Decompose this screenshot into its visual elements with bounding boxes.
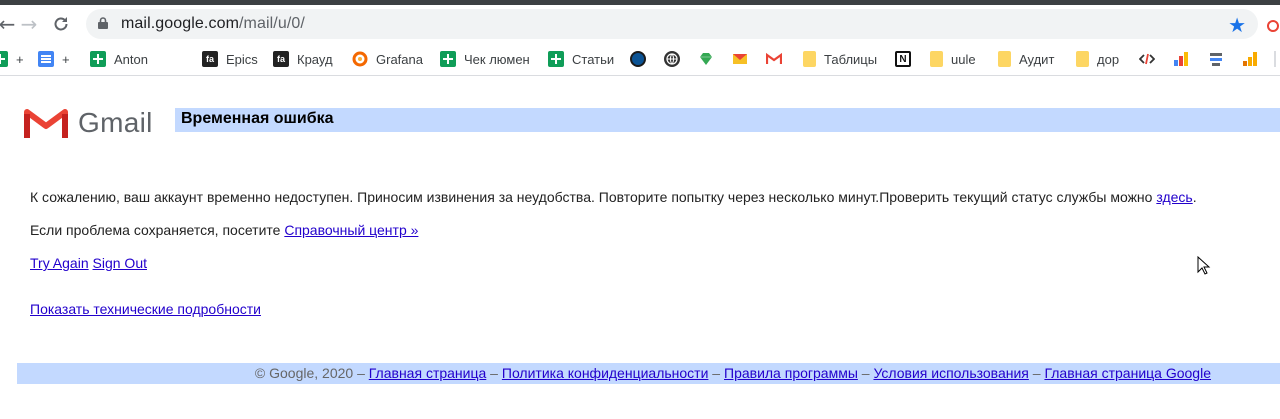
bookmark-item[interactable]: [698, 49, 722, 69]
forward-icon[interactable]: →: [16, 11, 42, 37]
bookmark-item[interactable]: дор: [1076, 49, 1119, 69]
footer-bar: © Google, 2020 – Главная страница – Поли…: [17, 363, 1280, 384]
mail-envelope-icon: [732, 51, 748, 67]
mouse-cursor-icon: [1197, 256, 1211, 275]
try-again-link[interactable]: Try Again: [30, 255, 89, 271]
bookmark-item[interactable]: [1208, 49, 1232, 69]
bookmark-label: +: [62, 51, 70, 67]
error-message-end: .: [1192, 189, 1197, 205]
folder-icon: [1076, 51, 1089, 67]
error-message-text: К сожалению, ваш аккаунт временно недост…: [30, 189, 1157, 205]
bookmark-item[interactable]: uule: [930, 49, 976, 69]
footer-link-google-home[interactable]: Главная страница Google: [1044, 365, 1211, 381]
bookmark-item[interactable]: Аудит: [998, 49, 1054, 69]
url-path: /mail/u/0/: [239, 15, 305, 32]
page-title: Временная ошибка: [181, 110, 334, 127]
actions: Try Again Sign Out: [30, 255, 147, 271]
bookmark-item[interactable]: +: [0, 49, 24, 69]
gmail-wordmark: Gmail: [78, 107, 153, 138]
reload-icon[interactable]: [48, 11, 74, 37]
bookmark-label: Крауд: [297, 51, 333, 67]
fa-icon: fa: [202, 51, 218, 67]
footer-link-privacy[interactable]: Политика конфиденциальности: [502, 365, 709, 381]
google-sheets-icon: [548, 51, 564, 67]
bookmark-label: Epics: [226, 51, 258, 67]
sign-out-link[interactable]: Sign Out: [93, 255, 147, 271]
stack-icon: [1208, 51, 1224, 67]
bookmark-item[interactable]: fa Epics: [202, 49, 258, 69]
url-text: mail.google.com/mail/u/0/: [121, 15, 305, 33]
help-center-link[interactable]: Справочный центр »: [284, 222, 418, 238]
footer-separator: –: [857, 365, 874, 381]
show-tech-details-link[interactable]: Показать технические подробности: [30, 301, 261, 317]
bookmark-item[interactable]: Anton: [90, 49, 148, 69]
bookmark-label: дор: [1097, 51, 1120, 67]
address-bar[interactable]: mail.google.com/mail/u/0/ ★: [86, 9, 1258, 39]
folder-icon: [803, 51, 816, 67]
fa-icon: fa: [273, 51, 289, 67]
bookmark-item[interactable]: [1139, 49, 1163, 69]
bookmark-label: Статьи: [572, 51, 615, 67]
google-docs-icon: [38, 51, 54, 67]
footer-separator: –: [486, 365, 502, 381]
folder-icon: [930, 51, 943, 67]
url-host: mail.google.com: [121, 15, 239, 32]
lock-icon: [98, 17, 108, 29]
bookmark-item[interactable]: N: [895, 49, 919, 69]
globe-icon: [664, 51, 680, 67]
bookmark-item[interactable]: +: [38, 49, 70, 69]
notion-icon: N: [895, 51, 911, 67]
bookmark-label: Таблицы: [824, 51, 878, 67]
bookmarks-bar: + + Anton fa Epics fa Крауд Grafana Чек лю…: [0, 43, 1280, 76]
bookmark-item[interactable]: Grafana: [352, 49, 423, 69]
bookmark-label: Аудит: [1019, 51, 1055, 67]
gem-icon: [698, 51, 714, 67]
bookmark-item[interactable]: [732, 49, 756, 69]
code-icon: [1139, 51, 1155, 67]
footer-separator: –: [1028, 365, 1045, 381]
browser-toolbar: ← → mail.google.com/mail/u/0/ ★: [0, 5, 1280, 43]
google-sheets-icon: [440, 51, 456, 67]
bookmarks-divider: [1274, 51, 1276, 67]
bookmark-item[interactable]: [630, 49, 654, 69]
bookmark-label: Anton: [114, 51, 148, 67]
gmail-icon: [766, 51, 782, 67]
help-message: Если проблема сохраняется, посетите Спра…: [30, 222, 418, 238]
bookmark-item[interactable]: Чек люмен: [440, 49, 530, 69]
bookmark-item[interactable]: Таблицы: [803, 49, 877, 69]
bookmark-label: Grafana: [376, 51, 423, 67]
extension-icon[interactable]: [1266, 19, 1280, 33]
bookmark-label: uule: [951, 51, 976, 67]
bookmark-item[interactable]: [664, 49, 688, 69]
circle-logo-icon: [630, 51, 646, 67]
footer-separator: –: [708, 365, 724, 381]
footer-content: © Google, 2020 – Главная страница – Поли…: [255, 365, 1211, 381]
bookmark-item[interactable]: [1242, 49, 1266, 69]
bookmark-item[interactable]: [1173, 49, 1197, 69]
error-title-bar: Временная ошибка: [175, 108, 1280, 132]
bookmark-item[interactable]: Статьи: [548, 49, 614, 69]
footer-link-program-policies[interactable]: Правила программы: [724, 365, 858, 381]
help-message-text: Если проблема сохраняется, посетите: [30, 222, 285, 238]
gmail-logo: Gmail: [24, 106, 153, 140]
google-sheets-icon: [90, 51, 106, 67]
footer-link-terms[interactable]: Условия использования: [873, 365, 1028, 381]
bookmark-label: Чек люмен: [464, 51, 530, 67]
bookmark-star-icon[interactable]: ★: [1228, 13, 1246, 37]
bar-chart-icon: [1173, 51, 1189, 67]
folder-icon: [998, 51, 1011, 67]
bookmark-item[interactable]: fa Крауд: [273, 49, 333, 69]
gmail-m-icon: [24, 109, 68, 138]
footer-link-home[interactable]: Главная страница: [369, 365, 487, 381]
tech-details: Показать технические подробности: [30, 301, 261, 317]
google-sheets-icon: [0, 51, 8, 67]
bookmark-item[interactable]: [766, 49, 790, 69]
error-message: К сожалению, ваш аккаунт временно недост…: [30, 189, 1197, 205]
bookmark-label: +: [16, 51, 24, 67]
grafana-icon: [352, 51, 368, 67]
analytics-icon: [1242, 51, 1258, 67]
copyright: © Google, 2020: [254, 365, 354, 381]
status-link[interactable]: здесь: [1156, 189, 1192, 205]
footer-separator: –: [353, 365, 369, 381]
